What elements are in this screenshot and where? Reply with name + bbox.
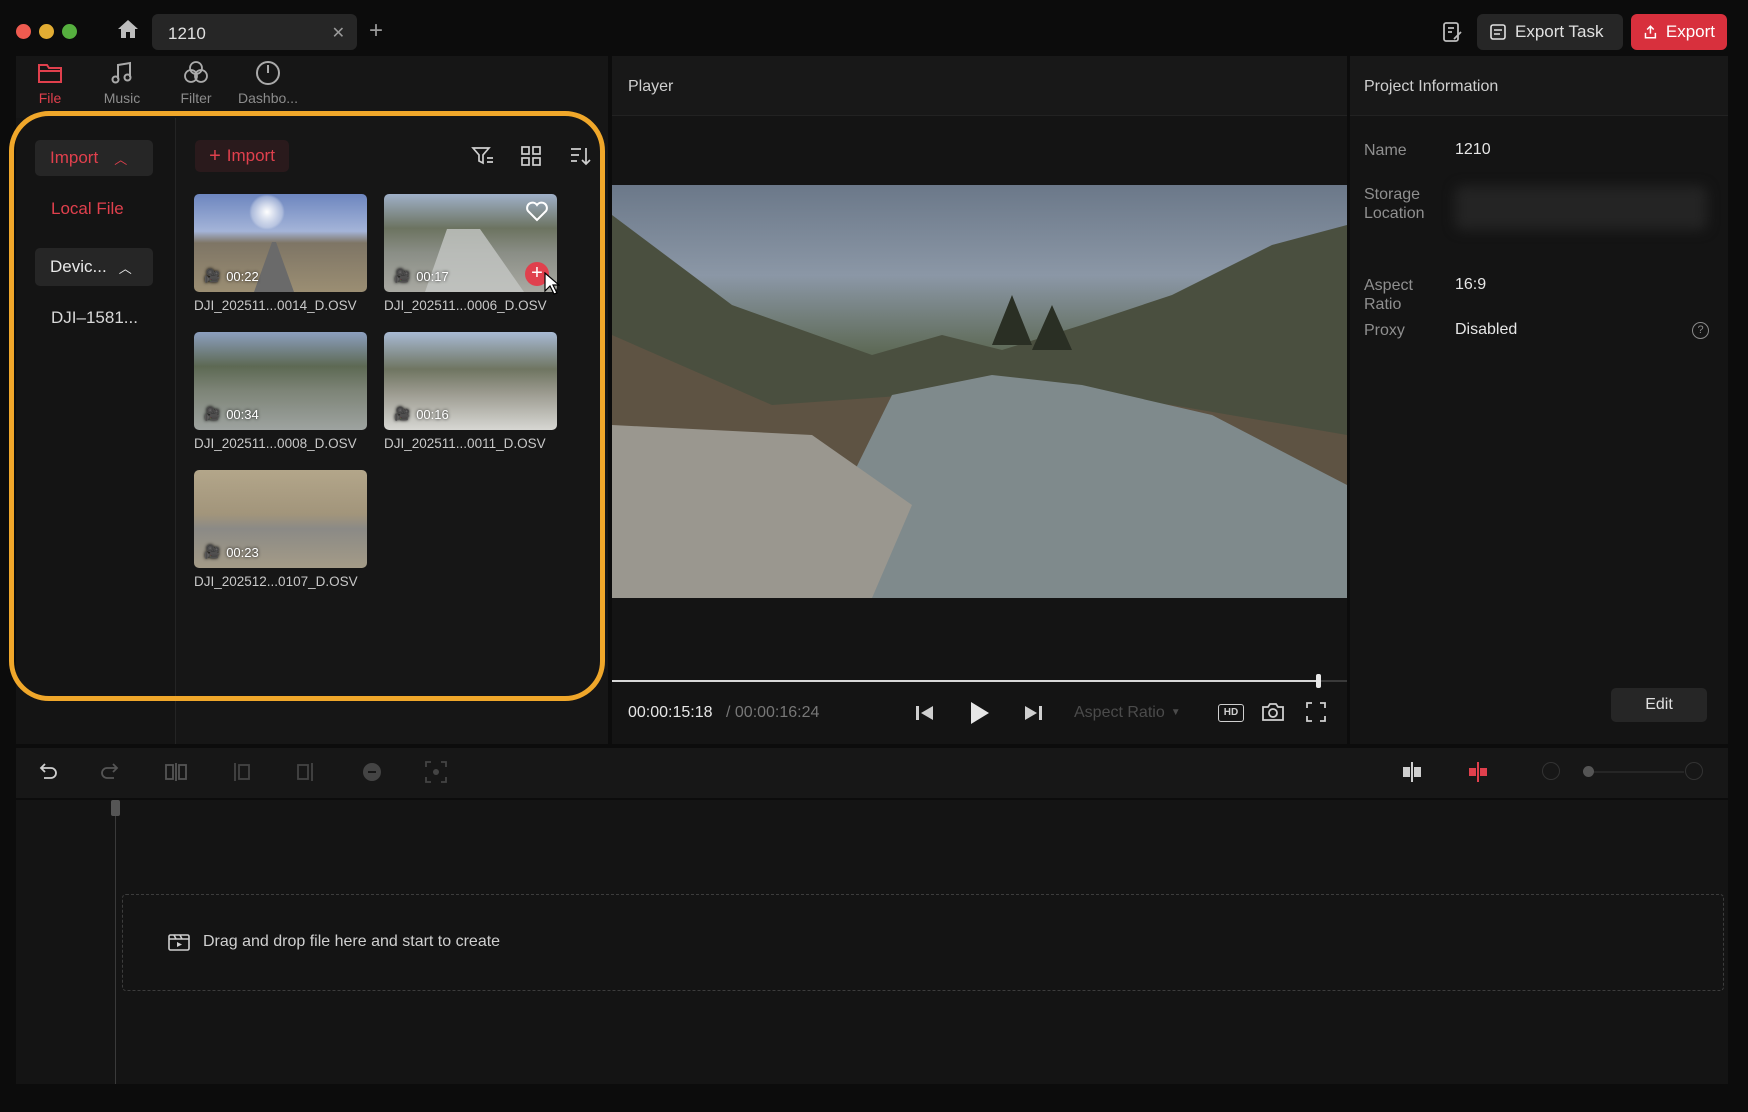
zoom-slider-track[interactable]	[1594, 771, 1684, 773]
trim-right-icon[interactable]	[294, 762, 318, 787]
gauge-icon	[256, 61, 280, 85]
tab-file-label: File	[38, 90, 62, 106]
current-time: 00:00:15:18	[628, 704, 713, 721]
export-label: Export	[1665, 22, 1715, 41]
project-info-panel	[1350, 56, 1728, 744]
close-tab-icon[interactable]: ✕	[332, 23, 345, 43]
trim-left-icon[interactable]	[229, 762, 253, 787]
player-title: Player	[628, 78, 674, 95]
tab-dashboard-label: Dashbo...	[238, 90, 298, 106]
player-header	[612, 56, 1347, 116]
zoom-in-icon[interactable]	[1685, 762, 1703, 780]
export-button[interactable]: Export	[1631, 14, 1727, 50]
progress-fill	[612, 680, 1318, 682]
fullscreen-icon[interactable]	[1306, 702, 1326, 727]
aspect-ratio-select[interactable]: Aspect Ratio ▼	[1074, 704, 1181, 722]
upload-icon	[1644, 25, 1657, 39]
music-note-icon	[111, 61, 132, 84]
project-tab[interactable]: 1210 ✕	[152, 14, 357, 50]
playhead-line	[115, 800, 116, 1084]
aspect-ratio-label: Aspect Ratio	[1074, 704, 1165, 721]
zoom-slider-handle[interactable]	[1583, 766, 1594, 777]
proxy-value: Disabled	[1455, 321, 1518, 338]
task-list-icon	[1490, 24, 1506, 40]
zoom-out-icon[interactable]	[1542, 762, 1560, 780]
proxy-label: Proxy	[1364, 322, 1405, 339]
highlight-outline	[9, 111, 605, 701]
reframe-icon[interactable]	[425, 761, 447, 788]
filter-circles-icon	[184, 61, 208, 83]
redo-icon[interactable]	[99, 761, 121, 788]
speed-icon[interactable]	[360, 761, 384, 788]
progress-handle[interactable]	[1315, 674, 1321, 688]
snap-icon[interactable]	[1400, 761, 1424, 788]
drop-zone-hint: Drag and drop file here and start to cre…	[203, 933, 501, 950]
folder-icon	[38, 64, 62, 83]
help-icon[interactable]: ?	[1692, 322, 1709, 339]
home-icon[interactable]	[116, 18, 140, 45]
storage-label-line1: Storage	[1364, 186, 1421, 203]
aspect-label-line2: Ratio	[1364, 296, 1402, 313]
edit-button[interactable]: Edit	[1611, 688, 1707, 722]
aspect-value: 16:9	[1455, 276, 1487, 293]
tab-filter[interactable]: Filter	[161, 60, 231, 106]
skip-forward-icon[interactable]	[1022, 703, 1044, 728]
new-tab-icon[interactable]: +	[369, 17, 383, 45]
tab-filter-label: Filter	[180, 90, 212, 106]
name-value: 1210	[1455, 141, 1491, 158]
storage-location-blurred	[1455, 186, 1707, 230]
close-window-button[interactable]	[16, 24, 31, 39]
caret-down-icon: ▼	[1170, 707, 1181, 718]
play-icon[interactable]	[967, 700, 991, 731]
export-task-button[interactable]: Export Task	[1477, 14, 1623, 50]
total-time: / 00:00:16:24	[726, 704, 820, 721]
tab-music-label: Music	[103, 90, 141, 106]
project-info-title: Project Information	[1364, 78, 1499, 95]
storage-label-line2: Location	[1364, 205, 1425, 222]
tab-music[interactable]: Music	[87, 60, 157, 106]
tab-dashboard[interactable]: Dashbo...	[233, 60, 303, 106]
clapperboard-icon	[167, 932, 191, 957]
app-window: 1210 ✕ + Export Task Export File Music F…	[0, 0, 1748, 1112]
skip-back-icon[interactable]	[914, 703, 936, 728]
split-icon[interactable]	[164, 762, 188, 787]
maximize-window-button[interactable]	[62, 24, 77, 39]
minimize-window-button[interactable]	[39, 24, 54, 39]
tab-file[interactable]: File	[15, 60, 85, 106]
export-task-label: Export Task	[1515, 22, 1604, 41]
hd-icon[interactable]: HD	[1218, 704, 1244, 722]
notes-icon[interactable]	[1440, 20, 1464, 49]
playhead-handle[interactable]	[111, 800, 120, 816]
magnet-link-icon[interactable]	[1466, 761, 1490, 788]
video-preview[interactable]	[612, 185, 1347, 598]
undo-icon[interactable]	[37, 761, 59, 788]
snapshot-camera-icon[interactable]	[1261, 701, 1285, 728]
aspect-label-line1: Aspect	[1364, 277, 1413, 294]
name-label: Name	[1364, 142, 1407, 159]
progress-track[interactable]	[612, 674, 1347, 688]
landscape-illustration	[612, 215, 1347, 598]
project-tab-title: 1210	[168, 24, 206, 43]
